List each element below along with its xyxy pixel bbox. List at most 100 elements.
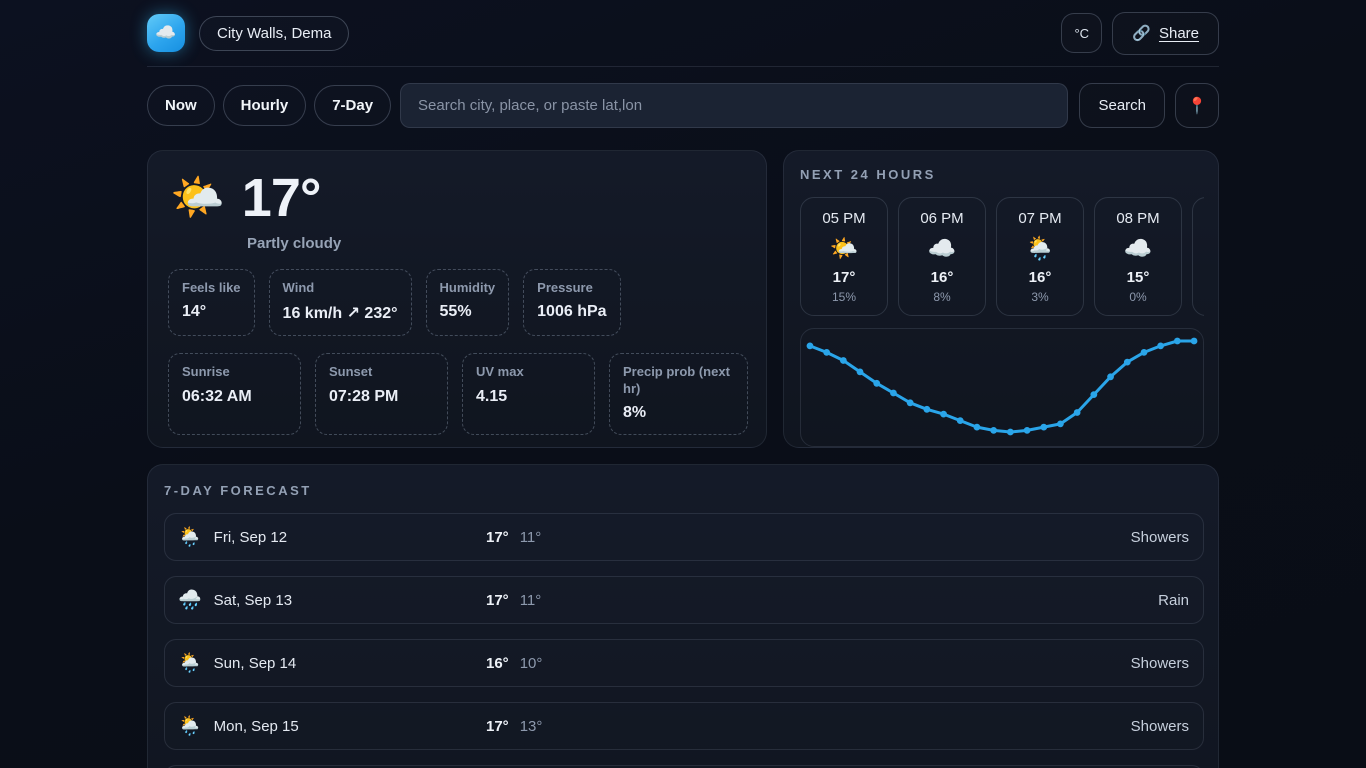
pushpin-icon: 📍 [1187, 96, 1207, 116]
geolocate-pin-button[interactable]: 📍 [1175, 83, 1219, 128]
stat-value: 55% [440, 303, 496, 321]
stat-label: Wind [283, 280, 398, 296]
day-low-temp: 10° [520, 655, 543, 672]
stat-value: 8% [623, 404, 734, 422]
day-high-temp: 16° [486, 655, 509, 672]
hour-temp: 16° [899, 269, 985, 286]
stat-label: Humidity [440, 280, 496, 296]
hour-time: 06 PM [899, 210, 985, 227]
share-label: Share [1159, 25, 1199, 42]
day-high-temp: 17° [486, 592, 509, 609]
day-name: Mon, Sep 15 [214, 718, 299, 735]
day-condition: Showers [1131, 655, 1189, 672]
rain-cloud-icon: 🌧️ [178, 591, 202, 610]
current-head: 🌤️ 17° [168, 171, 746, 225]
stat-sunrise: Sunrise 06:32 AM [168, 353, 301, 435]
day-low-temp: 11° [520, 592, 542, 609]
stat-value: 14° [182, 303, 241, 321]
stat-value: 06:32 AM [182, 388, 287, 406]
hour-time: 08 PM [1095, 210, 1181, 227]
sun-small-cloud-icon: 🌤️ [801, 235, 887, 263]
forecast-row-fri[interactable]: 🌦️ Fri, Sep 12 17° 11° Showers [164, 513, 1204, 561]
next-24-hours-card: NEXT 24 HOURS 05 PM 🌤️ 17° 15% 06 PM ☁️ … [783, 150, 1219, 448]
stat-value: 4.15 [476, 388, 581, 406]
cloud-icon: ☁️ [899, 235, 985, 263]
day-name: Fri, Sep 12 [214, 529, 287, 546]
sun-rain-cloud-icon: 🌦️ [178, 528, 202, 547]
forecast-row-sun[interactable]: 🌦️ Sun, Sep 14 16° 10° Showers [164, 639, 1204, 687]
cloud-icon: ☁️ [1095, 235, 1181, 263]
hour-precip: 8% [899, 290, 985, 304]
tab-7day[interactable]: 7-Day [314, 85, 391, 126]
hour-card[interactable]: 06 PM ☁️ 16° 8% [898, 197, 986, 316]
stat-label: Sunrise [182, 364, 287, 380]
unit-toggle-button[interactable]: °C [1061, 13, 1102, 53]
day-high-temp: 17° [486, 529, 509, 546]
stat-label: Precip prob (next hr) [623, 364, 734, 397]
stats-row-2: Sunrise 06:32 AM Sunset 07:28 PM UV max … [168, 353, 746, 435]
sun-rain-cloud-icon: 🌦️ [1193, 235, 1204, 263]
hour-card[interactable]: 08 PM ☁️ 15° 0% [1094, 197, 1182, 316]
day-name: Sat, Sep 13 [214, 592, 292, 609]
day-low-temp: 11° [520, 529, 542, 546]
hour-card[interactable]: 07 PM 🌦️ 16° 3% [996, 197, 1084, 316]
day-left: 🌦️ Sun, Sep 14 [178, 654, 486, 673]
search-button[interactable]: Search [1079, 83, 1165, 128]
search-input[interactable] [400, 83, 1068, 128]
hour-precip: 15% [801, 290, 887, 304]
stat-value: 16 km/h ↗ 232° [283, 303, 398, 323]
forecast-rows: 🌦️ Fri, Sep 12 17° 11° Showers 🌧️ Sat, S… [164, 513, 1204, 768]
stats-row-1: Feels like 14° Wind 16 km/h ↗ 232° Humid… [168, 269, 746, 336]
stat-label: Sunset [329, 364, 434, 380]
app-logo-cloud-icon[interactable]: ☁️ [147, 14, 185, 52]
day-condition: Showers [1131, 529, 1189, 546]
temperature-sparkline-chart [800, 328, 1204, 447]
cloud-icon: ☁️ [155, 23, 176, 43]
forecast-row-sat[interactable]: 🌧️ Sat, Sep 13 17° 11° Rain [164, 576, 1204, 624]
hour-card[interactable]: 05 PM 🌤️ 17° 15% [800, 197, 888, 316]
day-name: Sun, Sep 14 [214, 655, 297, 672]
next-24-hours-title: NEXT 24 HOURS [800, 167, 1204, 182]
hour-time: 07 PM [997, 210, 1083, 227]
tab-hourly[interactable]: Hourly [223, 85, 307, 126]
stat-value: 07:28 PM [329, 388, 434, 406]
sun-rain-cloud-icon: 🌦️ [178, 654, 202, 673]
day-high-temp: 17° [486, 718, 509, 735]
day-left: 🌧️ Sat, Sep 13 [178, 591, 486, 610]
hour-temp: 16° [997, 269, 1083, 286]
stat-label: Feels like [182, 280, 241, 296]
day-left: 🌦️ Fri, Sep 12 [178, 528, 486, 547]
hourly-scroller[interactable]: 05 PM 🌤️ 17° 15% 06 PM ☁️ 16° 8% 07 PM 🌦… [800, 197, 1204, 316]
header: ☁️ City Walls, Dema °C 🔗 Share [147, 0, 1219, 67]
hour-temp: 17° [801, 269, 887, 286]
location-button[interactable]: City Walls, Dema [199, 16, 349, 51]
stat-sunset: Sunset 07:28 PM [315, 353, 448, 435]
day-low-temp: 13° [520, 718, 543, 735]
tab-now[interactable]: Now [147, 85, 215, 126]
main-grid: 🌤️ 17° Partly cloudy Feels like 14° Wind… [147, 150, 1219, 448]
forecast-row-mon[interactable]: 🌦️ Mon, Sep 15 17° 13° Showers [164, 702, 1204, 750]
day-left: 🌦️ Mon, Sep 15 [178, 717, 486, 736]
sun-rain-cloud-icon: 🌦️ [178, 717, 202, 736]
current-temperature: 17° [242, 171, 321, 225]
hour-temp: 15° [1095, 269, 1181, 286]
hour-card[interactable]: 09 PM 🌦️ 15° 0% [1192, 197, 1204, 316]
stat-value: 1006 hPa [537, 303, 606, 321]
sun-rain-cloud-icon: 🌦️ [997, 235, 1083, 263]
temperature-line-svg [801, 329, 1203, 446]
stat-feels-like: Feels like 14° [168, 269, 255, 336]
stat-uv-max: UV max 4.15 [462, 353, 595, 435]
nav-row: Now Hourly 7-Day Search 📍 [147, 67, 1219, 150]
day-condition: Showers [1131, 718, 1189, 735]
day-condition: Rain [1158, 592, 1189, 609]
hour-time: 05 PM [801, 210, 887, 227]
stat-label: Pressure [537, 280, 606, 296]
hour-precip: 0% [1193, 290, 1204, 304]
share-button[interactable]: 🔗 Share [1112, 12, 1219, 55]
partly-cloudy-icon: 🌤️ [170, 176, 225, 220]
stat-label: UV max [476, 364, 581, 380]
stat-wind: Wind 16 km/h ↗ 232° [269, 269, 412, 336]
hour-precip: 0% [1095, 290, 1181, 304]
current-conditions-card: 🌤️ 17° Partly cloudy Feels like 14° Wind… [147, 150, 767, 448]
header-right: °C 🔗 Share [1061, 12, 1219, 55]
